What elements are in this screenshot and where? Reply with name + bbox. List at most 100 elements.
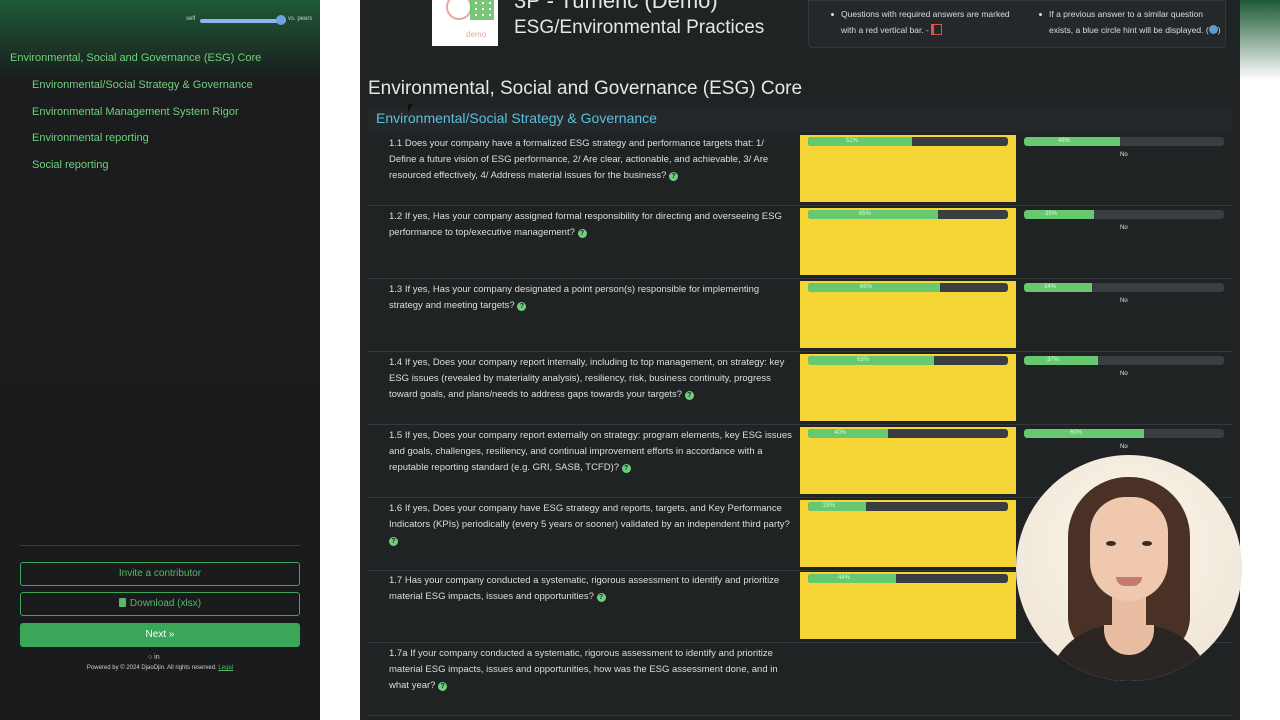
sidebar-item-strategy-governance[interactable]: Environmental/Social Strategy & Governan… (32, 79, 253, 91)
sidebar-item-ems-rigor[interactable]: Environmental Management System Rigor (32, 106, 239, 118)
peer-progress-label: 35% (1045, 211, 1058, 217)
question-text: 1.7 Has your company conducted a systema… (389, 575, 780, 602)
question-text: 1.6 If yes, Does your company have ESG s… (389, 503, 790, 546)
help-icon[interactable]: ? (438, 682, 448, 691)
campaign-title: 3P - Tumeric (Demo) (514, 0, 718, 13)
peer-progress-label: 34% (1044, 284, 1057, 290)
person-icon (446, 0, 472, 20)
presenter-eye (1106, 541, 1116, 546)
file-download-icon (118, 598, 126, 607)
question-text: 1.1 Does your company have a formalized … (389, 138, 769, 181)
red-bar-icon (931, 24, 943, 35)
self-progress-label: 40% (834, 430, 847, 436)
social-icons[interactable]: ○ in (148, 654, 160, 661)
mouse-cursor (408, 104, 413, 113)
peer-progress-bar: 48% (1024, 137, 1224, 146)
peer-progress-fill (1024, 283, 1092, 292)
question-row: 1.1 Does your company have a formalized … (368, 133, 1232, 206)
self-progress-fill (808, 502, 866, 511)
question-row: 1.4 If yes, Does your company report int… (368, 352, 1232, 425)
bullet (1039, 13, 1042, 16)
peer-answer: No (1120, 298, 1128, 304)
peer-answer: No (1120, 371, 1128, 377)
self-progress-bar: 52% (808, 137, 1008, 146)
sidebar-item-social-reporting[interactable]: Social reporting (32, 159, 108, 171)
footer: Powered by © 2024 DjaoDjin. All rights r… (0, 665, 320, 671)
invite-contributor-button[interactable]: Invite a contributor (20, 562, 300, 586)
self-progress-bar: 63% (808, 356, 1008, 365)
legal-link[interactable]: Legal (218, 665, 233, 671)
sidebar-item-environmental-reporting[interactable]: Environmental reporting (32, 132, 149, 144)
self-progress-label: 66% (860, 284, 873, 290)
self-vs-peers-slider[interactable]: self vs. peers (186, 14, 316, 28)
peer-progress-fill (1024, 210, 1094, 219)
peer-answer: No (1120, 152, 1128, 158)
help-icon[interactable]: ? (596, 593, 606, 602)
peer-progress-fill (1024, 137, 1120, 146)
help-icon[interactable]: ? (577, 229, 587, 238)
logo-text: demo (466, 30, 487, 39)
slider-label-peers: vs. peers (288, 16, 313, 22)
note-hint: If a previous answer to a similar questi… (1039, 6, 1225, 38)
download-xlsx-button[interactable]: Download (xlsx) (20, 592, 300, 616)
footer-text: Powered by © 2024 DjaoDjin. All rights r… (86, 665, 217, 671)
self-progress-fill (808, 210, 938, 219)
self-progress-bar: 66% (808, 283, 1008, 292)
question-text: 1.7a If your company conducted a systema… (389, 648, 778, 691)
self-progress-label: 65% (859, 211, 872, 217)
peer-progress-fill (1024, 356, 1098, 365)
question-text: 1.5 If yes, Does your company report ext… (389, 430, 792, 473)
self-progress-label: 63% (857, 357, 870, 363)
peer-progress-bar: 60% (1024, 429, 1224, 438)
peer-answer: No (1120, 225, 1128, 231)
page-title: ESG/Environmental Practices (514, 17, 765, 38)
peer-progress-bar: 37% (1024, 356, 1224, 365)
grid-icon (470, 0, 494, 20)
help-icon[interactable]: ? (389, 537, 398, 546)
sidebar-item-esg-core[interactable]: Environmental, Social and Governance (ES… (10, 52, 261, 64)
question-row: 1.2 If yes, Has your company assigned fo… (368, 206, 1232, 279)
question-row: 1.3 If yes, Has your company designated … (368, 279, 1232, 352)
peer-answer: No (1120, 444, 1128, 450)
core-heading: Environmental, Social and Governance (ES… (368, 78, 803, 99)
slider-label-self: self (186, 16, 196, 22)
help-icon[interactable]: ? (669, 172, 679, 181)
peer-progress-label: 48% (1058, 138, 1071, 144)
presenter-video[interactable] (1016, 455, 1242, 681)
self-progress-bar: 40% (808, 429, 1008, 438)
self-progress-fill (808, 137, 912, 146)
self-progress-bar: 44% (808, 574, 1008, 583)
peer-progress-bar: 35% (1024, 210, 1224, 219)
peer-progress-label: 60% (1070, 430, 1083, 436)
presenter-eye (1142, 541, 1152, 546)
slider-track[interactable] (200, 19, 286, 23)
question-text: 1.3 If yes, Has your company designated … (389, 284, 760, 311)
next-button[interactable]: Next » (20, 623, 300, 647)
self-progress-label: 44% (838, 575, 851, 581)
sidebar: self vs. peers Environmental, Social and… (0, 0, 320, 720)
help-icon[interactable]: ? (517, 302, 527, 311)
sidebar-divider (20, 545, 300, 546)
self-progress-label: 52% (846, 138, 859, 144)
peer-progress-fill (1024, 429, 1144, 438)
self-progress-bar: 29% (808, 502, 1008, 511)
bullet (831, 13, 834, 16)
peer-progress-label: 37% (1047, 357, 1060, 363)
self-progress-label: 29% (823, 503, 836, 509)
question-text: 1.4 If yes, Does your company report int… (389, 357, 785, 400)
self-progress-fill (808, 283, 940, 292)
blue-circle-hint-icon (1208, 25, 1218, 34)
self-progress-fill (808, 574, 896, 583)
section-heading: Environmental/Social Strategy & Governan… (376, 110, 657, 126)
legend-notes: Questions with required answers are mark… (808, 0, 1226, 48)
download-label: Download (xlsx) (129, 598, 202, 609)
self-progress-bar: 65% (808, 210, 1008, 219)
right-edge-band (1240, 0, 1280, 720)
self-progress-fill (808, 429, 888, 438)
slider-thumb[interactable] (276, 15, 286, 25)
self-progress-fill (808, 356, 934, 365)
peer-progress-bar: 34% (1024, 283, 1224, 292)
help-icon[interactable]: ? (684, 391, 694, 400)
question-text: 1.2 If yes, Has your company assigned fo… (389, 211, 782, 238)
help-icon[interactable]: ? (621, 464, 631, 473)
